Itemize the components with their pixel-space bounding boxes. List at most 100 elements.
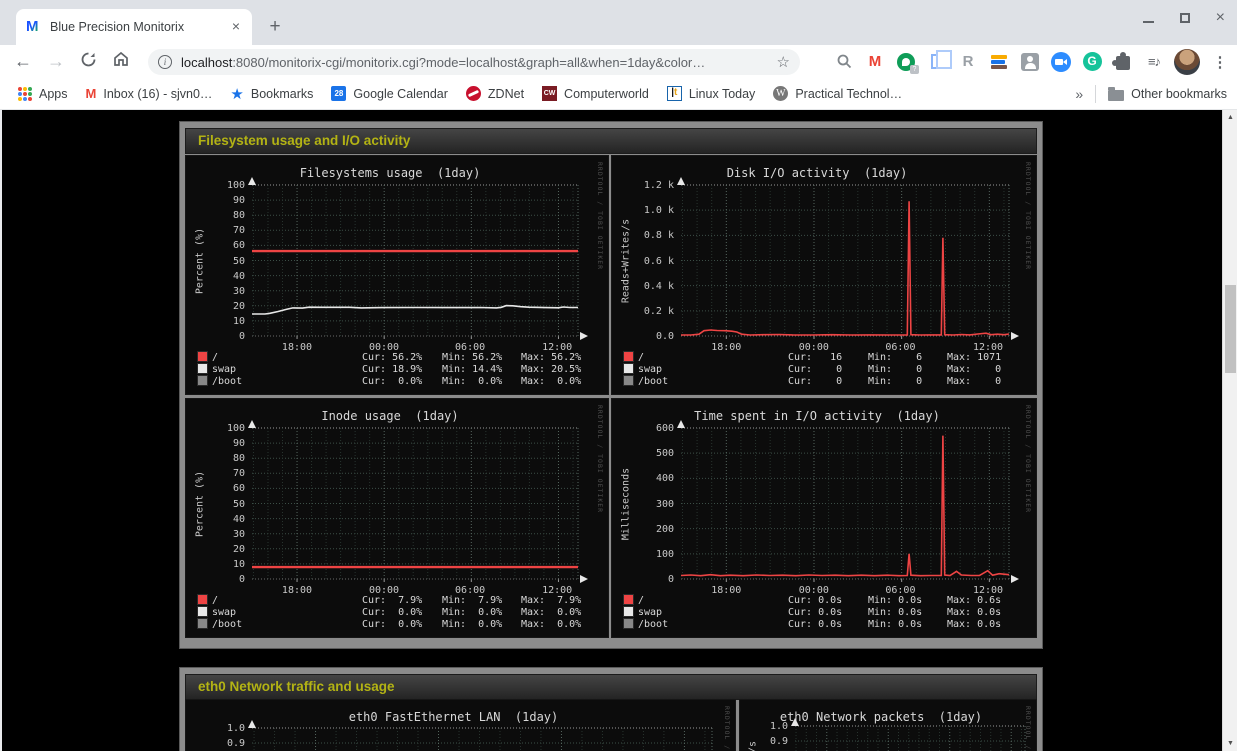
legend-row: swapCur: 0.0%Min: 0.0%Max: 0.0% (198, 607, 591, 619)
legend-row: swapCur: 0.0sMin: 0.0sMax: 0.0s (624, 607, 1017, 619)
toolbar: ← → i localhost:8080/monitorix-cgi/monit… (0, 45, 1237, 78)
legend-row: /Cur: 7.9%Min: 7.9%Max: 7.9% (198, 595, 591, 607)
legend-swatch (624, 607, 633, 616)
bookmark-label: Apps (39, 87, 68, 101)
chart-disk-io-activity[interactable]: Disk I/O activity (1day)Reads+Writes/s1.… (612, 156, 1036, 394)
grammarly-icon[interactable]: G (1081, 51, 1103, 73)
person-app-icon[interactable] (1019, 51, 1041, 73)
bookmark-google-calendar[interactable]: 28 Google Calendar (331, 86, 448, 101)
browser-menu-icon[interactable]: ⋮ (1209, 51, 1231, 73)
section-eth0-network: eth0 Network traffic and usage eth0 Fast… (180, 668, 1042, 751)
bookmarks-overflow-chevron[interactable]: » (1075, 86, 1083, 102)
rrdtool-watermark: RRDTOOL / TOBI OETIKER (596, 162, 604, 270)
rrdtool-watermark: RRDTOOL / TOBI OETIKER (1024, 706, 1032, 751)
legend-swatch (624, 352, 633, 361)
legend-swatch (198, 352, 207, 361)
bookmarks-bar: Apps M Inbox (16) - sjvn0… ★ Bookmarks 2… (0, 78, 1237, 110)
legend-row: /Cur: 56.2%Min: 56.2%Max: 56.2% (198, 352, 591, 364)
zoom-camera-icon[interactable] (1050, 51, 1072, 73)
reload-icon[interactable] (80, 51, 97, 73)
page-content: Filesystem usage and I/O activity Filesy… (0, 110, 1222, 751)
bookmark-computerworld[interactable]: CW Computerworld (542, 86, 649, 101)
bookmark-linux-today[interactable]: |t Linux Today (667, 86, 756, 101)
bookmark-label: ZDNet (488, 87, 524, 101)
bookmark-label: Linux Today (689, 87, 756, 101)
legend-swatch (624, 364, 633, 373)
wordpress-icon: W (773, 86, 788, 101)
zdnet-icon (466, 86, 481, 101)
minimize-button[interactable] (1143, 21, 1154, 23)
legend-swatch (624, 595, 633, 604)
section-filesystem: Filesystem usage and I/O activity Filesy… (180, 122, 1042, 648)
bookmark-zdnet[interactable]: ZDNet (466, 86, 524, 101)
legend-swatch (198, 364, 207, 373)
playlist-icon[interactable]: ≡♪ (1143, 51, 1165, 73)
tab-strip: M Blue Precision Monitorix × + × (0, 0, 1237, 45)
legend-swatch (198, 376, 207, 385)
section-header: Filesystem usage and I/O activity (185, 128, 1037, 154)
star-icon: ★ (230, 85, 243, 103)
url-text[interactable]: localhost:8080/monitorix-cgi/monitorix.c… (181, 55, 771, 70)
books-icon[interactable] (988, 51, 1010, 73)
extensions-bar: M ? R G ≡♪ ⋮ (833, 45, 1231, 78)
chart-eth0-traffic[interactable]: eth0 FastEthernet LAN (1day)1.00.90.80.7… (186, 700, 735, 751)
scroll-down-arrow[interactable]: ▼ (1223, 736, 1237, 751)
calendar-icon: 28 (331, 86, 346, 101)
vertical-scrollbar[interactable]: ▲ ▼ (1222, 110, 1237, 751)
bookmark-star-icon[interactable]: ☆ (777, 53, 790, 71)
search-icon[interactable] (833, 51, 855, 73)
chart-eth0-packets[interactable]: eth0 Network packets (1day)s/s1.00.90.80… (740, 700, 1036, 751)
profile-avatar[interactable] (1174, 49, 1200, 75)
legend-row: /Cur: 0.0sMin: 0.0sMax: 0.6s (624, 595, 1017, 607)
bookmark-label: Practical Technol… (795, 87, 902, 101)
apps-grid-icon (18, 87, 32, 101)
linux-today-icon: |t (667, 86, 682, 101)
address-bar[interactable]: i localhost:8080/monitorix-cgi/monitorix… (148, 49, 800, 75)
rrdtool-watermark: RRDTOOL / TOBI OETIKER (596, 405, 604, 513)
folder-icon (1108, 90, 1124, 101)
r-extension-icon[interactable]: R (957, 51, 979, 73)
other-bookmarks-label: Other bookmarks (1131, 87, 1227, 101)
computerworld-icon: CW (542, 86, 557, 101)
home-icon[interactable] (112, 50, 130, 73)
bookmark-bookmarks[interactable]: ★ Bookmarks (230, 85, 313, 103)
bookmark-label: Inbox (16) - sjvn0… (103, 87, 212, 101)
rrdtool-watermark: RRDTOOL / TOBI OETIKER (1024, 162, 1032, 270)
rrdtool-watermark: RRDTOOL / TOBI OETIKER (1024, 405, 1032, 513)
gmail-icon[interactable]: M (864, 51, 886, 73)
extensions-puzzle-icon[interactable] (1112, 51, 1134, 73)
chart-filesystems-usage[interactable]: Filesystems usage (1day)Percent (%)10090… (186, 156, 608, 394)
tab-close-icon[interactable]: × (228, 19, 244, 35)
bookmark-apps[interactable]: Apps (18, 87, 68, 101)
scroll-up-arrow[interactable]: ▲ (1223, 110, 1237, 125)
site-info-icon[interactable]: i (158, 55, 172, 69)
maximize-button[interactable] (1180, 13, 1190, 23)
legend-row: /bootCur: 0Min: 0Max: 0 (624, 376, 1017, 388)
divider (1095, 85, 1096, 103)
chart-inode-usage[interactable]: Inode usage (1day)Percent (%)10090807060… (186, 399, 608, 637)
bookmark-inbox[interactable]: M Inbox (16) - sjvn0… (86, 86, 213, 101)
tab-monitorix[interactable]: M Blue Precision Monitorix × (16, 9, 252, 45)
legend-swatch (198, 619, 207, 628)
scrollbar-thumb[interactable] (1225, 285, 1236, 373)
bookmark-practical-technology[interactable]: W Practical Technol… (773, 86, 902, 101)
back-icon[interactable]: ← (14, 51, 32, 72)
rrdtool-watermark: RRDTOOL / TOBI OETIKER (723, 706, 731, 751)
copy-pages-icon[interactable] (926, 51, 948, 73)
legend-row: swapCur: 0Min: 0Max: 0 (624, 364, 1017, 376)
tab-title: Blue Precision Monitorix (50, 20, 228, 34)
legend-row: /bootCur: 0.0sMin: 0.0sMax: 0.0s (624, 619, 1017, 631)
legend-row: /bootCur: 0.0%Min: 0.0%Max: 0.0% (198, 619, 591, 631)
legend-swatch (624, 619, 633, 628)
browser-window: M Blue Precision Monitorix × + × ← → i l… (0, 0, 1237, 751)
voice-icon[interactable]: ? (895, 51, 917, 73)
gmail-icon: M (86, 86, 97, 101)
window-controls: × (1143, 12, 1225, 24)
close-button[interactable]: × (1216, 12, 1225, 24)
other-bookmarks[interactable]: Other bookmarks (1108, 87, 1227, 101)
chart-time-spent-io[interactable]: Time spent in I/O activity (1day)Millise… (612, 399, 1036, 637)
monitorix-favicon: M (26, 19, 42, 35)
new-tab-button[interactable]: + (262, 14, 288, 40)
forward-icon[interactable]: → (47, 51, 65, 72)
legend-row: /bootCur: 0.0%Min: 0.0%Max: 0.0% (198, 376, 591, 388)
